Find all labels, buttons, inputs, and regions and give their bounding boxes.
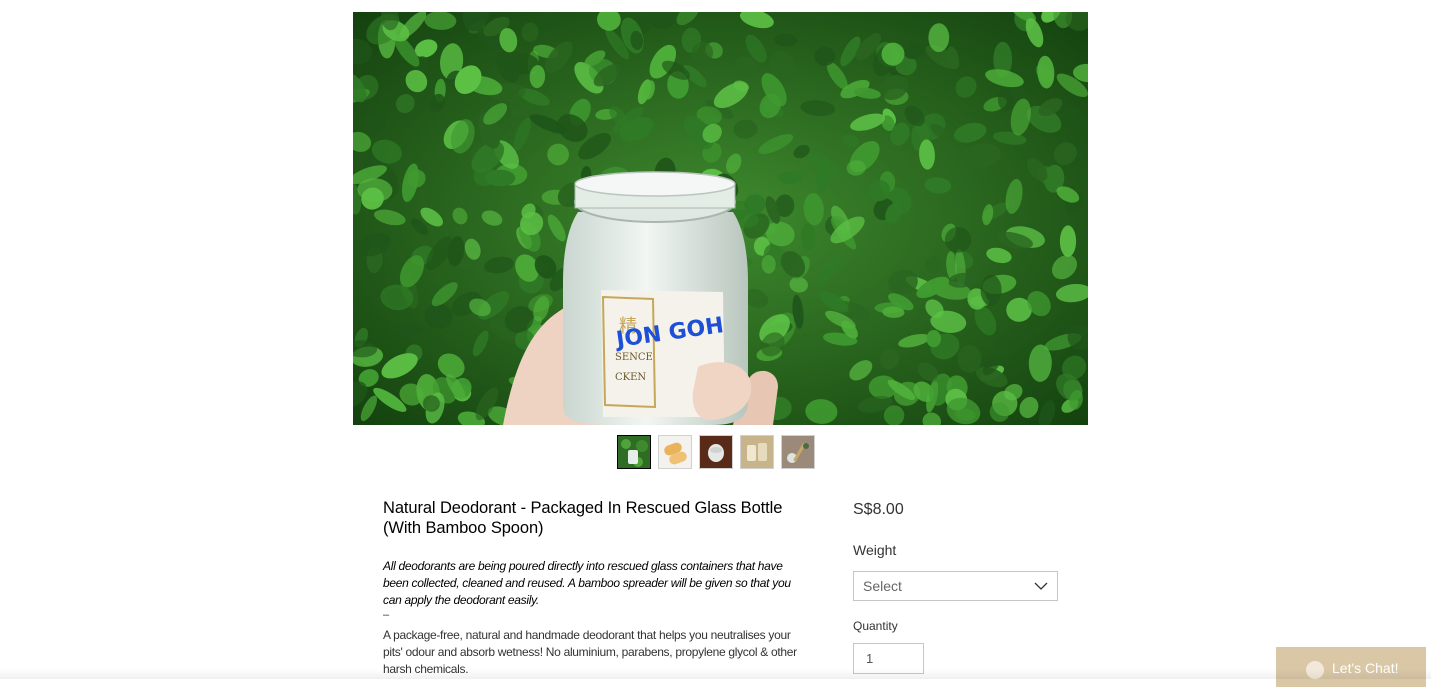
product-photo: 精 SENCE CKEN JON GOH xyxy=(353,12,1088,425)
chat-widget-button[interactable]: Let's Chat! xyxy=(1276,647,1426,687)
weight-select[interactable]: Select xyxy=(853,571,1058,601)
chevron-down-icon xyxy=(1034,582,1048,590)
weight-label: Weight xyxy=(853,542,897,558)
product-title: Natural Deodorant - Packaged In Rescued … xyxy=(383,499,783,537)
main-product-image[interactable]: 精 SENCE CKEN JON GOH xyxy=(353,12,1088,425)
weight-select-value: Select xyxy=(863,578,902,594)
thumbnail-2[interactable] xyxy=(658,435,692,469)
thumbnail-4[interactable] xyxy=(740,435,774,469)
chat-bubble-icon xyxy=(1306,661,1324,679)
thumbnail-strip xyxy=(617,435,815,469)
product-price: S$8.00 xyxy=(853,501,904,518)
product-description-body: A package-free, natural and handmade deo… xyxy=(383,628,797,676)
thumbnail-3[interactable] xyxy=(699,435,733,469)
product-description-italic: All deodorants are being poured directly… xyxy=(383,559,791,607)
chat-label: Let's Chat! xyxy=(1332,660,1399,676)
thumbnail-1[interactable] xyxy=(617,435,651,469)
thumbnail-5[interactable] xyxy=(781,435,815,469)
svg-text:CKEN: CKEN xyxy=(615,372,646,383)
description-separator: – xyxy=(383,609,390,621)
quantity-label: Quantity xyxy=(853,619,898,633)
svg-text:SENCE: SENCE xyxy=(615,352,653,363)
quantity-input[interactable] xyxy=(853,643,924,674)
